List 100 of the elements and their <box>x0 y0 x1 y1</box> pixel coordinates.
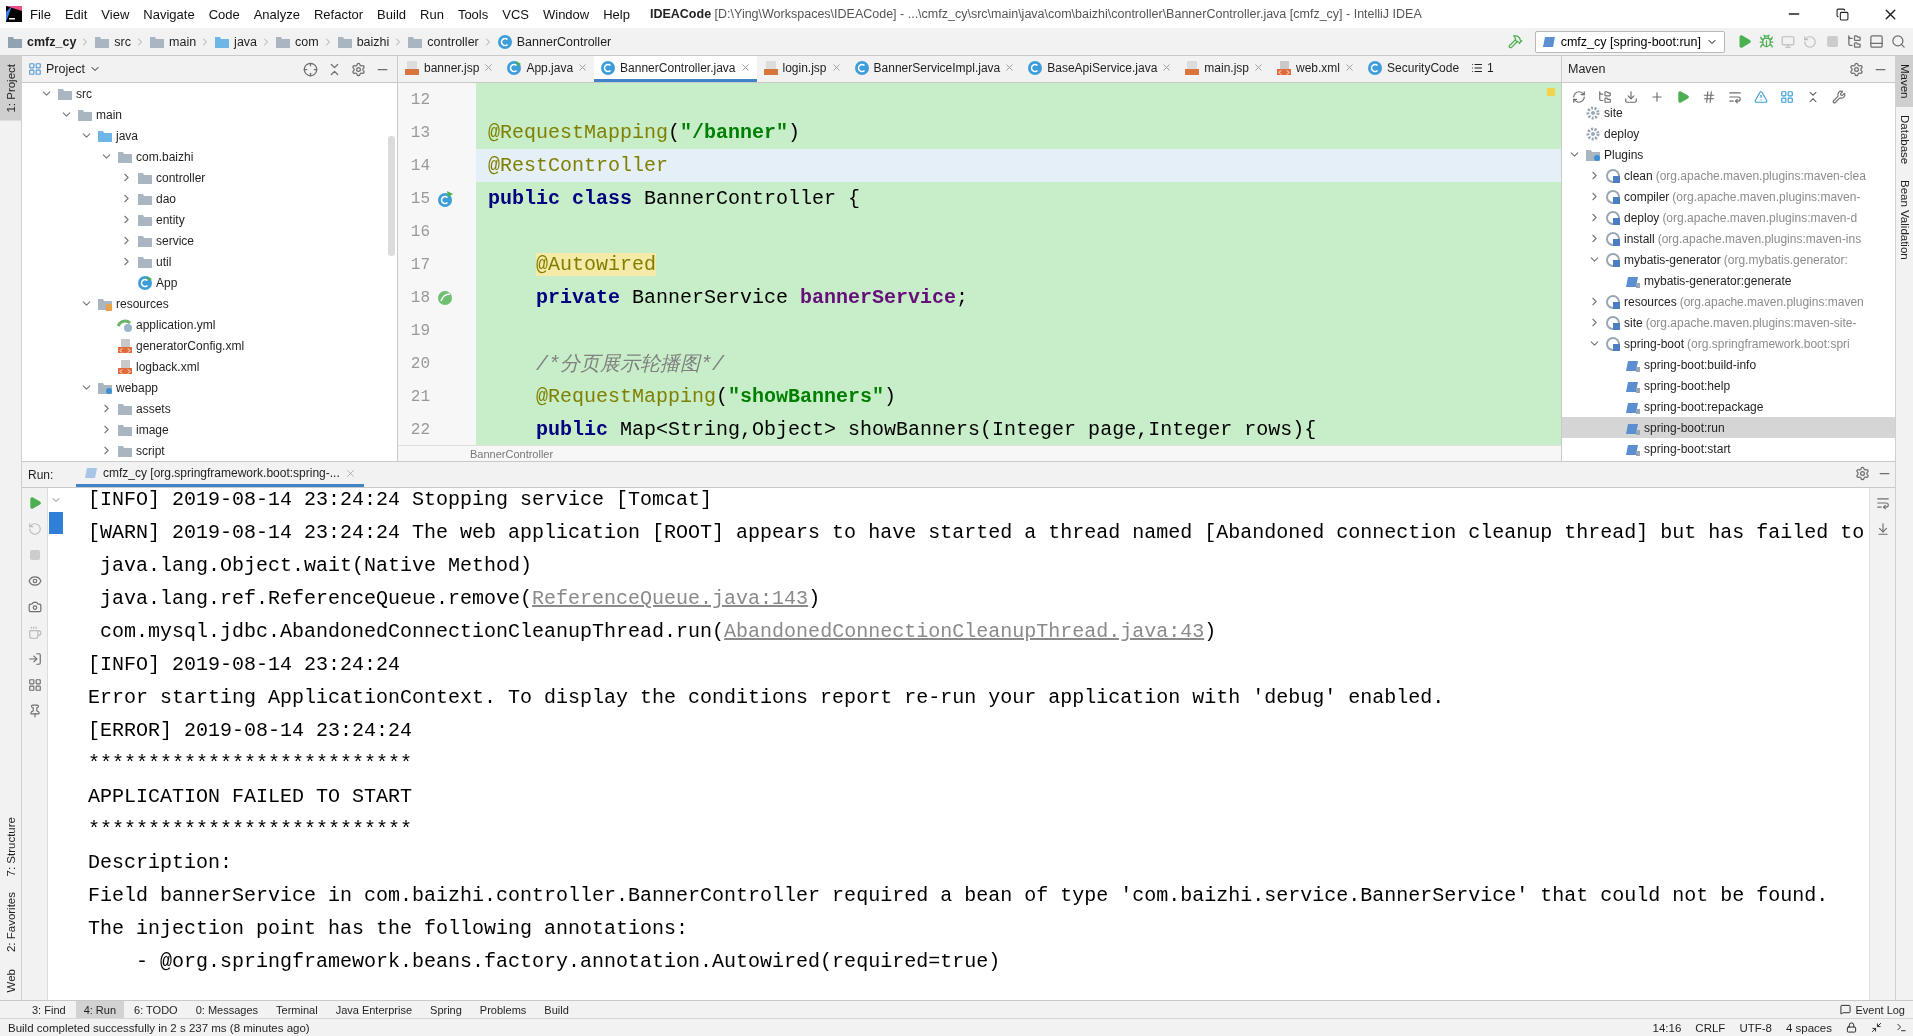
tree-item[interactable]: entity <box>22 209 397 230</box>
tree-item[interactable]: App <box>22 272 397 293</box>
close-icon[interactable] <box>1344 62 1356 73</box>
tool-window-button[interactable]: Java Enterprise <box>327 1001 421 1018</box>
menu-item[interactable]: Refactor <box>307 6 370 22</box>
tree-item[interactable]: spring-boot:start <box>1562 438 1895 459</box>
close-icon[interactable] <box>1161 62 1173 73</box>
tree-item[interactable]: spring-boot:help <box>1562 375 1895 396</box>
tree-item[interactable]: java <box>22 125 397 146</box>
tree-item[interactable]: site (org.apache.maven.plugins:maven-site- <box>1562 312 1895 333</box>
tree-item[interactable]: util <box>22 251 397 272</box>
menu-item[interactable]: Tools <box>451 6 495 22</box>
status-item[interactable]: CRLF <box>1695 1021 1726 1034</box>
tree-item[interactable]: site <box>1562 102 1895 123</box>
tree-item[interactable]: install (org.apache.maven.plugins:maven-ins <box>1562 228 1895 249</box>
status-item[interactable]: 14:16 <box>1652 1021 1682 1034</box>
tree-item[interactable]: generatorConfig.xml <box>22 335 397 356</box>
tree-item[interactable]: compiler (org.apache.maven.plugins:maven- <box>1562 186 1895 207</box>
menu-item[interactable]: Analyze <box>247 6 306 22</box>
tool-window-tab[interactable]: Web <box>0 960 21 1000</box>
menu-item[interactable]: Build <box>371 6 412 22</box>
editor-tab[interactable]: App.java <box>500 56 595 82</box>
terminal-icon[interactable] <box>1896 1022 1907 1033</box>
breadcrumb[interactable]: cmfz_cy <box>4 33 80 50</box>
indicator-icon[interactable] <box>1871 1022 1882 1033</box>
editor-tab[interactable]: BaseApiService.java <box>1021 56 1179 82</box>
tree-item[interactable]: resources <box>22 293 397 314</box>
editor-tab[interactable]: main.jsp <box>1178 56 1270 82</box>
tree-item[interactable]: script <box>22 440 397 461</box>
tool-window-tab[interactable]: Maven <box>1896 56 1913 107</box>
tree-item[interactable]: Plugins <box>1562 144 1895 165</box>
menu-item[interactable]: Edit <box>58 6 94 22</box>
tree-item[interactable]: webapp <box>22 377 397 398</box>
breadcrumb[interactable]: main <box>146 33 200 50</box>
tree-item[interactable]: spring-boot (org.springframework.boot:spri <box>1562 333 1895 354</box>
status-item[interactable]: UTF-8 <box>1739 1021 1772 1034</box>
tool-window-tab[interactable]: Database <box>1896 106 1913 172</box>
tree-item[interactable]: deploy (org.apache.maven.plugins:maven-d <box>1562 207 1895 228</box>
close-icon[interactable] <box>344 467 356 479</box>
tree-item[interactable]: application.yml <box>22 314 397 335</box>
run-tab[interactable]: cmfz_cy [org.springframework.boot:spring-... <box>76 462 364 487</box>
close-icon[interactable] <box>739 62 751 73</box>
tool-window-button[interactable]: 3: Find <box>24 1001 74 1018</box>
menu-item[interactable]: View <box>95 6 136 22</box>
tree-item[interactable]: src <box>22 83 397 104</box>
tree-item[interactable]: resources (org.apache.maven.plugins:maven <box>1562 291 1895 312</box>
status-item[interactable]: 4 spaces <box>1785 1021 1832 1034</box>
close-icon[interactable] <box>1253 62 1264 73</box>
tree-item[interactable]: dao <box>22 188 397 209</box>
tree-item[interactable]: mybatis-generator (org.mybatis.generator: <box>1562 249 1895 270</box>
menu-item[interactable]: VCS <box>496 6 535 22</box>
tree-item[interactable]: mybatis-generator:generate <box>1562 270 1895 291</box>
tree-item[interactable]: image <box>22 419 397 440</box>
menu-item[interactable]: Help <box>597 6 636 22</box>
tree-item[interactable]: spring-boot:run <box>1562 417 1895 438</box>
editor-tab[interactable]: SecurityCode <box>1361 56 1466 82</box>
run-configuration-dropdown[interactable]: cmfz_cy [spring-boot:run] <box>1534 30 1725 53</box>
tree-item[interactable]: spring-boot:build-info <box>1562 354 1895 375</box>
tool-window-button[interactable]: Terminal <box>268 1001 326 1018</box>
tree-item[interactable]: clean (org.apache.maven.plugins:maven-clea <box>1562 165 1895 186</box>
close-icon[interactable] <box>830 62 842 73</box>
tool-window-button[interactable]: Spring <box>422 1001 470 1018</box>
breadcrumb[interactable]: java <box>211 33 261 50</box>
tree-item[interactable]: com.baizhi <box>22 146 397 167</box>
breadcrumb[interactable]: BannerController <box>493 33 615 50</box>
editor-tab[interactable]: login.jsp <box>756 56 848 82</box>
tool-window-button[interactable]: Build <box>536 1001 577 1018</box>
close-icon[interactable] <box>577 62 589 73</box>
editor-tab[interactable]: BannerServiceImpl.java <box>847 56 1022 82</box>
breadcrumb[interactable]: com <box>272 33 322 50</box>
breadcrumb[interactable]: baizhi <box>333 33 393 50</box>
scrollbar[interactable] <box>388 136 395 256</box>
tool-window-tab[interactable]: 1: Project <box>0 56 21 121</box>
editor-tab[interactable]: BannerController.java <box>594 56 757 82</box>
tree-item[interactable]: main <box>22 104 397 125</box>
tree-item[interactable]: spring-boot:repackage <box>1562 396 1895 417</box>
menu-item[interactable]: Code <box>202 6 246 22</box>
bean-icon[interactable] <box>436 288 454 307</box>
breadcrumb[interactable]: src <box>91 33 134 50</box>
tool-window-button[interactable]: Problems <box>471 1001 535 1018</box>
menu-item[interactable]: Run <box>414 6 450 22</box>
breadcrumb[interactable]: controller <box>404 33 482 50</box>
close-icon[interactable] <box>483 62 495 73</box>
tree-item[interactable]: logback.xml <box>22 356 397 377</box>
event-log-button[interactable]: Event Log <box>1832 1001 1913 1018</box>
menu-item[interactable]: Navigate <box>137 6 201 22</box>
class-icon[interactable] <box>436 189 454 208</box>
editor-tab[interactable]: banner.jsp <box>398 56 501 82</box>
tool-window-tab[interactable]: Bean Validation <box>1896 171 1913 268</box>
tool-window-button[interactable]: 0: Messages <box>187 1001 267 1018</box>
menu-item[interactable]: Window <box>536 6 596 22</box>
tree-item[interactable]: deploy <box>1562 123 1895 144</box>
tool-window-button[interactable]: 4: Run <box>75 1001 125 1018</box>
tree-item[interactable]: controller <box>22 167 397 188</box>
tool-window-button[interactable]: 6: TODO <box>126 1001 186 1018</box>
close-icon[interactable] <box>1004 62 1016 73</box>
tab-overflow-button[interactable]: 1 <box>1465 56 1500 82</box>
tree-item[interactable]: assets <box>22 398 397 419</box>
editor-tab[interactable]: web.xml <box>1270 56 1362 82</box>
editor-breadcrumb[interactable]: BannerController <box>470 447 554 460</box>
